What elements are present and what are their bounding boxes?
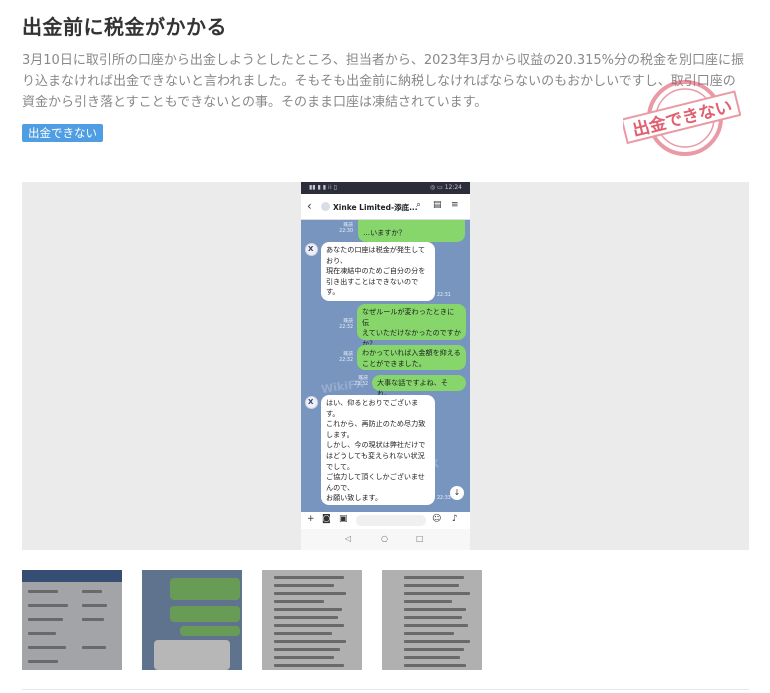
thumbnail-2[interactable] — [142, 570, 242, 670]
watermark: WikiFX — [320, 377, 365, 396]
divider — [22, 689, 749, 690]
chat-screenshot: ▮▮ ▮ ▮ ⁞⁞ ▯ ◎ ▭ 12:24 ‹ Xinke Limited-添底… — [301, 182, 470, 550]
thumbnail-3[interactable] — [262, 570, 362, 670]
thumbnail-1[interactable] — [22, 570, 122, 670]
avatar: X — [305, 396, 318, 409]
message-bubble: なぜルールが変わったときに伝 えていただけなかったのですか か？ — [357, 304, 466, 348]
thumbnail-4[interactable] — [382, 570, 482, 670]
nav-back-icon: ◁ — [345, 534, 352, 543]
page-title: 出金前に税金がかかる — [22, 15, 227, 39]
phone-nav-bar: ◁ ○ □ — [301, 529, 470, 550]
emoji-icon: ☺ — [432, 514, 442, 524]
search-icon: ⌕ — [416, 200, 422, 210]
message-meta: 22:31 — [437, 293, 451, 298]
message-meta: 既読 22:32 — [339, 352, 353, 363]
camera-icon: ◙ — [322, 514, 331, 524]
nav-recent-icon: □ — [416, 534, 424, 543]
message-meta: 既読 22:32 — [339, 319, 353, 330]
scroll-down-icon: ↓ — [450, 486, 464, 500]
avatar: X — [305, 243, 318, 256]
status-right: ◎ ▭ 12:24 — [429, 184, 462, 191]
mic-icon: ♪ — [452, 514, 458, 524]
back-arrow-icon: ‹ — [307, 199, 312, 213]
menu-icon: ≡ — [451, 200, 459, 210]
chat-title: Xinke Limited-添底... — [333, 203, 418, 212]
message-list: 既読 22:30 …いますか？ X あなたの口座は税金が発生して おり、 現在凍… — [301, 220, 470, 512]
image-icon: ▣ — [339, 514, 348, 524]
chat-avatar — [321, 202, 330, 211]
message-bubble: 大事な話ですよね、それ。 — [372, 375, 466, 398]
note-icon: ▤ — [433, 200, 442, 210]
chat-input-bar: + ◙ ▣ ☺ ♪ — [301, 512, 470, 529]
image-viewer[interactable]: ▮▮ ▮ ▮ ⁞⁞ ▯ ◎ ▭ 12:24 ‹ Xinke Limited-添底… — [22, 182, 749, 550]
message-meta: 既読 22:30 — [339, 223, 353, 234]
message-bubble: はい、仰るとおりでございま す。 これから、再防止のため尽力致 します。 しかし… — [321, 395, 435, 505]
nav-home-icon: ○ — [381, 534, 388, 543]
message-field — [356, 515, 426, 526]
status-left: ▮▮ ▮ ▮ ⁞⁞ ▯ — [309, 184, 337, 191]
stamp-icon: 出金できない — [623, 80, 741, 156]
message-bubble: …いますか？ — [358, 220, 465, 242]
chat-header: ‹ Xinke Limited-添底... ⌕ ▤ ≡ — [301, 194, 470, 220]
plus-icon: + — [307, 514, 315, 524]
message-bubble: わかっていれば入金額を抑える ことができました。 — [357, 345, 466, 370]
category-tag[interactable]: 出金できない — [22, 124, 103, 142]
phone-status-bar: ▮▮ ▮ ▮ ⁞⁞ ▯ ◎ ▭ 12:24 — [301, 182, 470, 194]
